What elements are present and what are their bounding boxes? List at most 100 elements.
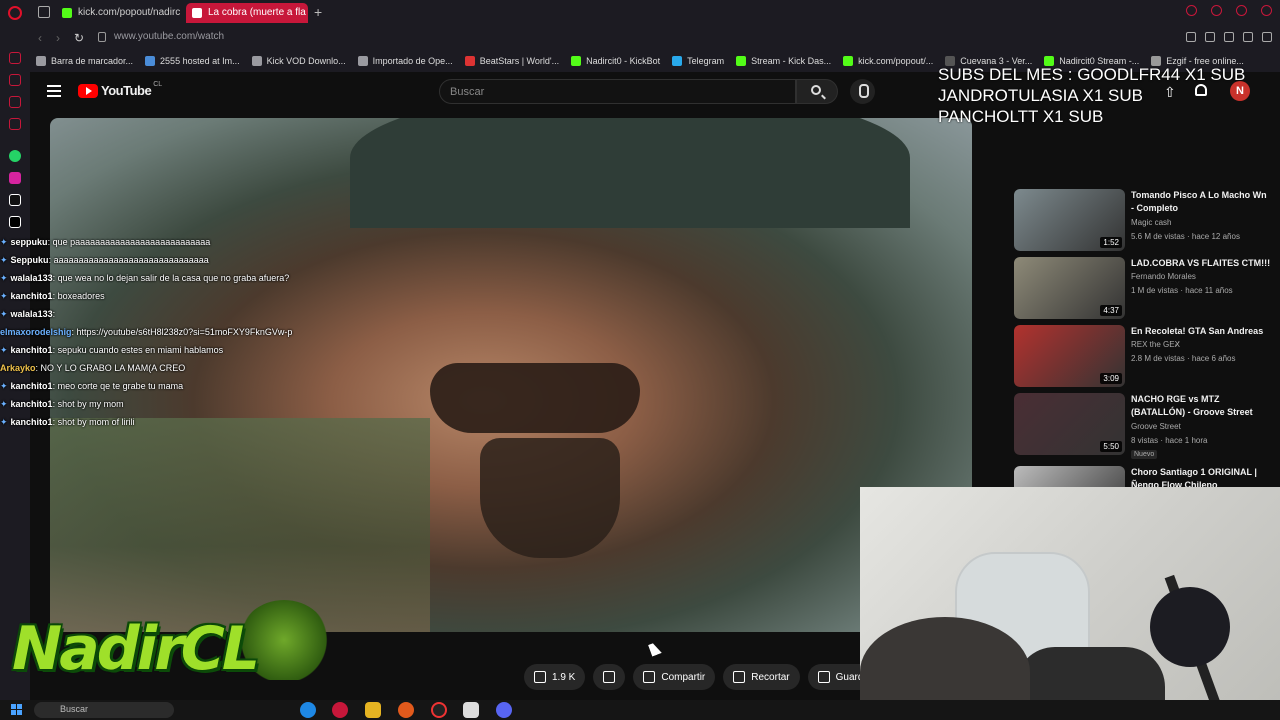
reload-button[interactable]: ↻: [74, 31, 84, 45]
related-video[interactable]: 1:52 Tomando Pisco A Lo Macho Wn - Comple…: [1014, 189, 1280, 253]
new-tab-button[interactable]: +: [314, 4, 322, 20]
bookmark-item[interactable]: Nadircit0 - KickBot: [565, 50, 666, 72]
related-video[interactable]: 5:50 NACHO RGE vs MTZ (BATALLÓN) - Groove…: [1014, 393, 1280, 459]
video-thumbnail[interactable]: 5:50: [1014, 393, 1125, 455]
bookmark-item[interactable]: Stream - Kick Das...: [730, 50, 837, 72]
taskbar-search[interactable]: Buscar: [34, 702, 174, 718]
share-button[interactable]: Compartir: [633, 664, 716, 690]
more-options-icon[interactable]: ⋮: [1276, 468, 1280, 481]
edge-icon[interactable]: [300, 702, 316, 718]
video-channel[interactable]: REX the GEX: [1131, 340, 1180, 349]
tab-youtube-active[interactable]: La cobra (muerte a fla: [186, 3, 308, 23]
like-button[interactable]: 1.9 K: [524, 664, 586, 690]
brave-icon[interactable]: [398, 702, 414, 718]
speed-dial-icon[interactable]: [9, 74, 21, 86]
bookmark-item[interactable]: Kick VOD Downlo...: [246, 50, 352, 72]
bookmark-favicon-icon: [736, 56, 747, 66]
bookmark-favicon-icon: [843, 56, 854, 66]
file-explorer-icon[interactable]: [365, 702, 381, 718]
video-title[interactable]: Tomando Pisco A Lo Macho Wn - Completo: [1131, 189, 1271, 215]
shield-icon[interactable]: [1224, 32, 1234, 42]
bookmark-icon[interactable]: [1186, 32, 1196, 42]
video-channel[interactable]: Magic cash: [1131, 218, 1171, 227]
chat-username[interactable]: kanchito1: [11, 399, 53, 409]
video-title[interactable]: NACHO RGE vs MTZ (BATALLÓN) - Groove Str…: [1131, 393, 1271, 419]
related-video[interactable]: 3:09 En Recoleta! GTA San Andreas REX the …: [1014, 325, 1280, 389]
tab-kick-popout[interactable]: kick.com/popout/nadircl/c: [56, 3, 180, 23]
snapshot-icon[interactable]: [1205, 32, 1215, 42]
search-input[interactable]: Buscar: [439, 79, 796, 104]
url-field[interactable]: www.youtube.com/watch: [114, 31, 224, 42]
bookmark-item[interactable]: 2555 hosted at Im...: [139, 50, 246, 72]
messenger-icon[interactable]: [9, 96, 21, 108]
moderator-badge-icon: ✦: [0, 273, 8, 283]
chat-username[interactable]: Seppuku: [11, 255, 49, 265]
voice-search-icon[interactable]: [850, 79, 875, 104]
bookmark-favicon-icon: [672, 56, 683, 66]
bookmark-item[interactable]: kick.com/popout/...: [837, 50, 939, 72]
verified-icon: ✓: [1174, 340, 1181, 349]
chat-username[interactable]: Arkayko: [0, 363, 36, 373]
chat-text: meo corte qe te grabe tu mama: [57, 381, 184, 391]
chat-message: ✦ kanchito1: boxeadores: [0, 291, 105, 301]
bookmark-item[interactable]: BeatStars | World'...: [459, 50, 565, 72]
ai-icon[interactable]: [9, 52, 21, 64]
youtube-play-icon: [78, 83, 98, 98]
whatsapp-icon[interactable]: [9, 150, 21, 162]
video-channel[interactable]: Fernando Morales: [1131, 272, 1196, 281]
close-icon[interactable]: [1261, 5, 1272, 16]
video-thumbnail[interactable]: 4:37: [1014, 257, 1125, 319]
video-title[interactable]: LAD.COBRA VS FLAITES CTM!!!: [1131, 257, 1271, 270]
x-icon[interactable]: [9, 216, 21, 228]
more-options-icon[interactable]: ⋮: [1276, 191, 1280, 204]
more-options-icon[interactable]: ⋮: [1276, 395, 1280, 408]
store-icon[interactable]: [463, 702, 479, 718]
video-duration: 5:50: [1100, 441, 1122, 452]
browser-tab-bar: kick.com/popout/nadircl/c La cobra (muer…: [0, 0, 1280, 26]
video-title[interactable]: En Recoleta! GTA San Andreas: [1131, 325, 1271, 338]
dislike-button[interactable]: [593, 664, 626, 690]
new-badge: Nuevo: [1131, 450, 1158, 459]
clip-button[interactable]: Recortar: [723, 664, 800, 690]
minimize-icon[interactable]: [1211, 5, 1222, 16]
more-options-icon[interactable]: ⋮: [1276, 327, 1280, 340]
moderator-badge-icon: ✦: [0, 345, 8, 355]
download-icon[interactable]: [1243, 32, 1253, 42]
bookmark-item[interactable]: Telegram: [666, 50, 730, 72]
video-thumbnail[interactable]: 1:52: [1014, 189, 1125, 251]
chat-username[interactable]: elmaxorodelshig: [0, 327, 72, 337]
chat-username[interactable]: kanchito1: [11, 291, 53, 301]
video-duration: 1:52: [1100, 237, 1122, 248]
chat-username[interactable]: walala133: [11, 273, 53, 283]
heart-icon[interactable]: [1262, 32, 1272, 42]
discord-icon[interactable]: [496, 702, 512, 718]
bookmark-item[interactable]: Barra de marcador...: [30, 50, 139, 72]
forward-button[interactable]: ›: [56, 31, 60, 45]
opera-logo-icon[interactable]: [8, 6, 22, 20]
chat-username[interactable]: seppuku: [11, 237, 48, 247]
search-button[interactable]: [796, 79, 838, 104]
moderator-badge-icon: ✦: [0, 291, 8, 301]
tiktok-icon[interactable]: [9, 194, 21, 206]
instagram-icon[interactable]: [9, 172, 21, 184]
back-button[interactable]: ‹: [38, 31, 42, 45]
video-thumbnail[interactable]: 3:09: [1014, 325, 1125, 387]
video-channel[interactable]: Groove Street: [1131, 422, 1181, 431]
windows-start-icon[interactable]: [11, 704, 22, 715]
more-options-icon[interactable]: ⋮: [1276, 259, 1280, 272]
opera-icon[interactable]: [332, 702, 348, 718]
maximize-icon[interactable]: [1236, 5, 1247, 16]
obs-icon[interactable]: [431, 702, 447, 718]
bookmark-item[interactable]: Importado de Ope...: [352, 50, 459, 72]
chat-username[interactable]: walala133: [11, 309, 53, 319]
search-tabs-icon[interactable]: [1186, 5, 1197, 16]
youtube-logo[interactable]: YouTube CL: [78, 81, 162, 98]
related-video[interactable]: 4:37 LAD.COBRA VS FLAITES CTM!!! Fernando …: [1014, 257, 1280, 321]
chat-username[interactable]: kanchito1: [11, 345, 53, 355]
chat-username[interactable]: kanchito1: [11, 381, 53, 391]
tab-list-icon[interactable]: [38, 6, 50, 18]
menu-icon[interactable]: [47, 85, 61, 97]
chat-message: ✦ kanchito1: sepuku cuando estes en miami…: [0, 345, 224, 355]
chat-username[interactable]: kanchito1: [11, 417, 53, 427]
music-icon[interactable]: [9, 118, 21, 130]
